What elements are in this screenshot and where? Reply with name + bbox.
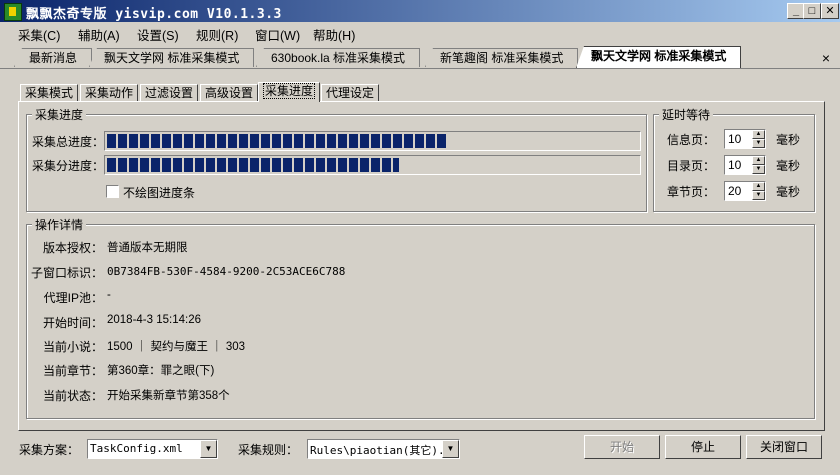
chevron-down-icon[interactable]: ▼ xyxy=(442,440,459,458)
detail-value-current-status: 开始采集新章节第358个 xyxy=(107,390,230,402)
chapter-page-unit: 毫秒 xyxy=(776,185,801,199)
close-window-button[interactable]: 关闭窗口 xyxy=(746,435,822,459)
spin-up-icon[interactable]: ▲ xyxy=(752,130,765,139)
menu-window[interactable]: 窗口(W) xyxy=(255,25,300,44)
detail-label-proxy-pool: 代理IP池： xyxy=(43,291,103,305)
chapter-page-delay-value[interactable]: 20 xyxy=(728,184,741,198)
sub-progress-fill xyxy=(107,158,399,172)
info-page-label: 信息页： xyxy=(667,133,716,147)
tab-filter-settings[interactable]: 过滤设置 xyxy=(140,84,199,102)
detail-value-proxy-pool: - xyxy=(107,289,111,301)
detail-value-current-chapter: 第360章：罪之眼(下) xyxy=(107,365,215,377)
detail-label-start-time: 开始时间： xyxy=(42,316,103,330)
sub-progress-bar xyxy=(104,155,641,175)
spin-up-icon[interactable]: ▲ xyxy=(752,156,765,165)
menu-assist[interactable]: 辅助(A) xyxy=(78,25,120,44)
tab-proxy-settings-label: 代理设定 xyxy=(326,86,375,100)
close-button[interactable]: ✕ xyxy=(821,3,839,19)
doc-tab-piaotian-active[interactable]: 飘天文学网 标准采集模式 xyxy=(576,46,742,68)
tab-collect-mode[interactable]: 采集模式 xyxy=(20,84,79,102)
tab-collect-progress-label: 采集进度 xyxy=(263,83,316,99)
total-progress-bar xyxy=(104,131,641,151)
toc-page-delay-value[interactable]: 10 xyxy=(728,158,741,172)
details-group-title: 操作详情 xyxy=(32,216,87,233)
menu-help[interactable]: 帮助(H) xyxy=(313,25,355,44)
tab-collect-mode-label: 采集模式 xyxy=(25,86,74,100)
app-icon xyxy=(4,3,22,21)
tab-collect-action[interactable]: 采集动作 xyxy=(80,84,139,102)
no-draw-progress-checkbox[interactable] xyxy=(106,185,119,198)
detail-label-current-status: 当前状态： xyxy=(42,389,103,403)
sub-progress-label: 采集分进度： xyxy=(32,159,105,173)
doc-tab-630book[interactable]: 630book.la 标准采集模式 xyxy=(256,48,421,67)
info-page-delay-spinner[interactable]: 10 ▲ ▼ xyxy=(724,129,766,149)
menu-rules[interactable]: 规则(R) xyxy=(196,25,238,44)
spin-down-icon[interactable]: ▼ xyxy=(752,165,765,174)
scheme-label: 采集方案： xyxy=(19,443,80,457)
toc-page-unit: 毫秒 xyxy=(776,159,801,173)
rule-select-value: Rules\piaotian(其它).x xyxy=(310,444,452,457)
spin-down-icon[interactable]: ▼ xyxy=(752,191,765,200)
spin-down-icon[interactable]: ▼ xyxy=(752,139,765,148)
doc-tab-piaotian-1[interactable]: 飘天文学网 标准采集模式 xyxy=(89,48,255,67)
tab-advanced-settings[interactable]: 高级设置 xyxy=(200,84,259,102)
rule-select[interactable]: Rules\piaotian(其它).x ▼ xyxy=(307,439,460,459)
tab-filter-settings-label: 过滤设置 xyxy=(145,86,194,100)
spin-up-icon[interactable]: ▲ xyxy=(752,182,765,191)
progress-group-title: 采集进度 xyxy=(32,106,87,123)
detail-value-license: 普通版本无期限 xyxy=(107,242,188,254)
menu-settings[interactable]: 设置(S) xyxy=(137,25,179,44)
title-bar[interactable]: 飘飘杰奇专版 yisvip.com V10.1.3.3 _ □ ✕ xyxy=(0,0,840,22)
chapter-page-label: 章节页： xyxy=(667,185,716,199)
stop-button[interactable]: 停止 xyxy=(665,435,741,459)
chapter-page-delay-spinner[interactable]: 20 ▲ ▼ xyxy=(724,181,766,201)
tab-proxy-settings[interactable]: 代理设定 xyxy=(321,84,380,102)
toc-page-delay-spinner[interactable]: 10 ▲ ▼ xyxy=(724,155,766,175)
detail-label-current-novel: 当前小说： xyxy=(42,340,103,354)
info-page-unit: 毫秒 xyxy=(776,133,801,147)
rule-label: 采集规则： xyxy=(238,443,299,457)
detail-value-start-time: 2018-4-3 15:14:26 xyxy=(107,314,201,326)
document-tab-bar: 最新消息 飘天文学网 标准采集模式 630book.la 标准采集模式 新笔趣阁… xyxy=(0,46,840,69)
delay-group-title: 延时等待 xyxy=(659,106,714,123)
maximize-button[interactable]: □ xyxy=(803,3,821,19)
scheme-select-value: TaskConfig.xml xyxy=(90,442,183,455)
detail-value-window-id: 0B7384FB-530F-4584-9200-2C53ACE6C788 xyxy=(107,265,346,278)
detail-label-current-chapter: 当前章节： xyxy=(42,364,103,378)
detail-label-license: 版本授权： xyxy=(42,241,103,255)
doc-tab-xinbiquge[interactable]: 新笔趣阁 标准采集模式 xyxy=(425,48,579,67)
start-button[interactable]: 开始 xyxy=(584,435,660,459)
detail-value-current-novel: 1500 ｜ 契约与魔王 ｜ 303 xyxy=(107,341,246,353)
total-progress-fill xyxy=(107,134,447,148)
total-progress-label: 采集总进度： xyxy=(32,135,105,149)
tab-advanced-settings-label: 高级设置 xyxy=(205,86,254,100)
menu-bar: 采集(C) 辅助(A) 设置(S) 规则(R) 窗口(W) 帮助(H) xyxy=(0,22,840,44)
scheme-select[interactable]: TaskConfig.xml ▼ xyxy=(87,439,218,459)
detail-label-window-id: 子窗口标识： xyxy=(30,266,103,280)
tab-collect-progress[interactable]: 采集进度 xyxy=(258,82,321,102)
no-draw-progress-label[interactable]: 不绘图进度条 xyxy=(123,184,195,201)
chevron-down-icon[interactable]: ▼ xyxy=(200,440,217,458)
toc-page-label: 目录页： xyxy=(667,159,716,173)
menu-collect[interactable]: 采集(C) xyxy=(18,25,60,44)
window-title: 飘飘杰奇专版 yisvip.com V10.1.3.3 xyxy=(26,7,282,22)
doc-tab-news[interactable]: 最新消息 xyxy=(14,48,93,67)
close-tab-icon[interactable]: × xyxy=(822,50,830,66)
tab-collect-action-label: 采集动作 xyxy=(85,86,134,100)
info-page-delay-value[interactable]: 10 xyxy=(728,132,741,146)
